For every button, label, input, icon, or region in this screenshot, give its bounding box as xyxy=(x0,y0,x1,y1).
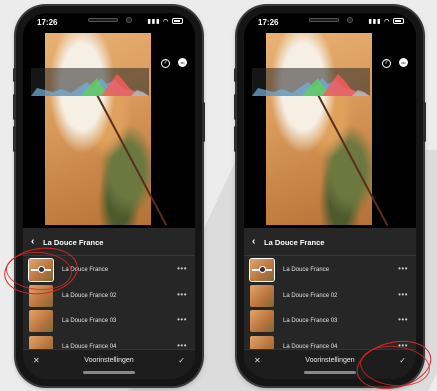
preset-label: La Douce France 02 xyxy=(283,292,338,299)
preset-label: La Douce France xyxy=(283,267,330,273)
status-bar: 17:26 ▮▮▮ ◠ xyxy=(244,13,416,31)
preset-label: La Douce France 02 xyxy=(62,292,117,299)
wifi-icon: ◠ xyxy=(163,19,170,25)
preset-thumbnail xyxy=(250,284,274,307)
status-time: 17:26 xyxy=(258,18,279,27)
volume-down-button xyxy=(234,126,237,152)
signal-icon: ▮▮▮ xyxy=(368,19,382,25)
battery-icon xyxy=(172,18,183,25)
photo-leash xyxy=(95,92,168,226)
volume-down-button xyxy=(13,126,16,152)
more-options-glyph: ••• xyxy=(401,60,406,65)
intensity-knob[interactable] xyxy=(259,266,266,273)
screen: 17:26 ▮▮▮ ◠ ? ••• ‹ La Douce France La D… xyxy=(244,13,416,379)
top-icons: ? ••• xyxy=(378,51,408,69)
status-icons: ▮▮▮ ◠ xyxy=(147,18,183,25)
power-button xyxy=(202,102,205,142)
preset-thumbnail xyxy=(250,310,274,332)
battery-icon xyxy=(393,18,404,25)
bottom-bar-title: Voorinstellingen xyxy=(84,357,134,364)
help-icon[interactable]: ? xyxy=(160,59,170,68)
status-icons: ▮▮▮ ◠ xyxy=(368,18,404,25)
more-icon[interactable]: ••• xyxy=(398,290,408,299)
more-options-icon[interactable]: ••• xyxy=(399,58,408,67)
preset-item-3[interactable]: La Douce France 03 ••• xyxy=(244,309,416,335)
histogram xyxy=(31,68,149,96)
preset-thumbnail xyxy=(29,310,53,332)
volume-up-button xyxy=(234,94,237,120)
top-icons: ? ••• xyxy=(157,51,187,69)
panel-header: ‹ La Douce France xyxy=(244,228,416,256)
preset-item-3[interactable]: La Douce France 03 ••• xyxy=(23,309,195,335)
screen: 17:26 ▮▮▮ ◠ ? ••• ‹ La Douce France La D… xyxy=(23,13,195,379)
preset-item-2[interactable]: La Douce France 02 ••• xyxy=(244,284,416,310)
volume-up-button xyxy=(13,94,16,120)
confirm-check-icon[interactable]: ✓ xyxy=(178,356,185,365)
histogram-graph xyxy=(252,74,370,96)
more-icon[interactable]: ••• xyxy=(398,264,408,273)
panel-title: La Douce France xyxy=(264,238,325,247)
wifi-icon: ◠ xyxy=(384,19,391,25)
more-icon[interactable]: ••• xyxy=(177,315,187,324)
signal-icon: ▮▮▮ xyxy=(147,19,161,25)
status-bar: 17:26 ▮▮▮ ◠ xyxy=(23,13,195,31)
bottom-bar: ✕ Voorinstellingen ✓ xyxy=(23,349,195,379)
more-icon[interactable]: ••• xyxy=(398,315,408,324)
panel-title: La Douce France xyxy=(43,238,104,247)
mute-switch xyxy=(13,68,16,82)
phone-left: 17:26 ▮▮▮ ◠ ? ••• ‹ La Douce France La D… xyxy=(13,6,205,386)
back-chevron-icon[interactable]: ‹ xyxy=(31,236,34,247)
photo-leash xyxy=(316,92,389,226)
phone-right: 17:26 ▮▮▮ ◠ ? ••• ‹ La Douce France La D… xyxy=(234,6,426,386)
preset-thumbnail xyxy=(250,259,274,281)
preset-label: La Douce France 03 xyxy=(62,318,117,324)
power-button xyxy=(423,102,426,142)
more-icon[interactable]: ••• xyxy=(177,264,187,273)
more-options-glyph: ••• xyxy=(180,60,185,65)
histogram xyxy=(252,68,370,96)
mute-switch xyxy=(234,68,237,82)
preset-label: La Douce France 03 xyxy=(283,318,338,324)
home-indicator xyxy=(83,371,135,374)
more-icon[interactable]: ••• xyxy=(177,290,187,299)
home-indicator xyxy=(304,371,356,374)
preset-item-1[interactable]: La Douce France ••• xyxy=(244,258,416,284)
status-time: 17:26 xyxy=(37,18,58,27)
back-chevron-icon[interactable]: ‹ xyxy=(252,236,255,247)
photo-preview[interactable] xyxy=(266,33,389,226)
more-options-icon[interactable]: ••• xyxy=(178,58,187,67)
histogram-graph xyxy=(31,74,149,96)
help-icon[interactable]: ? xyxy=(381,59,391,68)
photo-preview[interactable] xyxy=(45,33,168,226)
